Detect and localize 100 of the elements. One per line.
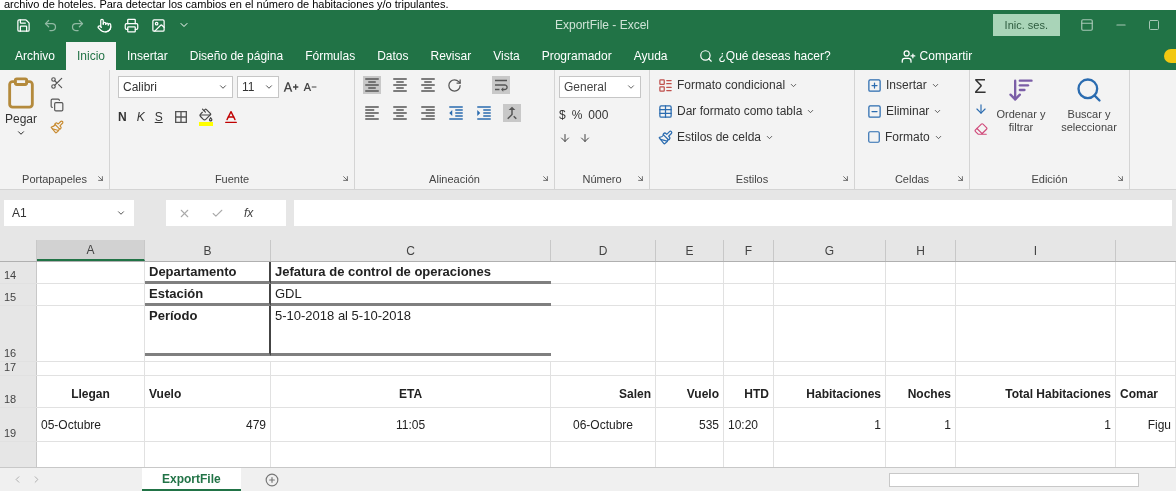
group-label: Edición	[1031, 171, 1068, 187]
ribbon-tab[interactable]: Fórmulas	[294, 42, 367, 70]
caret-icon[interactable]	[626, 82, 636, 92]
styles-menu-button[interactable]: Formato condicional	[658, 76, 816, 94]
percent-button[interactable]: %	[571, 106, 583, 124]
format-painter-icon[interactable]	[50, 120, 64, 134]
fill-icon[interactable]	[974, 102, 988, 116]
ribbon-tab[interactable]: Revisar	[419, 42, 483, 70]
bold-button[interactable]: N	[118, 108, 127, 126]
dialog-launcher-icon[interactable]	[541, 174, 550, 183]
column-header[interactable]: E	[656, 240, 724, 261]
ribbon-tab[interactable]: Ayuda	[622, 42, 679, 70]
caret-icon[interactable]	[218, 82, 228, 92]
dialog-launcher-icon[interactable]	[636, 174, 645, 183]
styles-menu-button[interactable]: Estilos de celda	[658, 128, 816, 146]
clear-icon[interactable]	[974, 122, 988, 136]
align-top-icon[interactable]	[363, 76, 381, 94]
touch-icon[interactable]	[97, 17, 112, 33]
ribbon-tab[interactable]: Inicio	[66, 42, 117, 70]
italic-button[interactable]: K	[136, 108, 145, 126]
column-header[interactable]: C	[271, 240, 551, 261]
sheet-tab[interactable]: ExportFile	[142, 468, 241, 491]
ribbon-tab[interactable]: Insertar	[116, 42, 179, 70]
number-format-dropdown[interactable]: General	[559, 76, 641, 98]
column-heading: Noches	[907, 386, 951, 403]
autosum-button[interactable]: Σ	[974, 76, 988, 96]
borders-icon[interactable]	[172, 109, 189, 125]
align-middle-icon[interactable]	[391, 76, 409, 94]
dialog-launcher-icon[interactable]	[341, 174, 350, 183]
underline-button[interactable]: S	[154, 108, 163, 126]
caret-icon[interactable]	[16, 128, 26, 138]
font-name-dropdown[interactable]: Calibri	[118, 76, 233, 98]
caption-text: archivo de hoteles. Para detectar los cambios en el número de habitaciones y/o tripulantes.	[3, 0, 450, 10]
table-cell-text: Figu	[1147, 416, 1171, 434]
shrink-font-icon[interactable]	[303, 80, 317, 94]
find-select-button[interactable]: Buscar y seleccionar	[1054, 76, 1124, 169]
column-header[interactable]: F	[724, 240, 774, 261]
name-box[interactable]: A1	[4, 200, 134, 226]
dialog-launcher-icon[interactable]	[956, 174, 965, 183]
column-header[interactable]: B	[145, 240, 271, 261]
column-header[interactable]: G	[774, 240, 886, 261]
styles-menu-button[interactable]: Dar formato como tabla	[658, 102, 816, 120]
align-center-icon[interactable]	[391, 104, 409, 122]
column-header[interactable]: D	[551, 240, 656, 261]
cells-menu-button[interactable]: Eliminar	[867, 102, 943, 120]
cells-menu-button[interactable]: Insertar	[867, 76, 943, 94]
row-number[interactable]: 17	[4, 358, 17, 375]
ribbon-tab[interactable]: Archivo	[4, 42, 66, 70]
dialog-launcher-icon[interactable]	[1116, 174, 1125, 183]
dialog-launcher-icon[interactable]	[96, 174, 105, 183]
save-icon[interactable]	[16, 17, 31, 33]
maximize-icon[interactable]	[1148, 19, 1160, 31]
column-heading: Total Habitaciones	[1005, 386, 1111, 403]
sort-filter-button[interactable]: Ordenar y filtrar	[992, 76, 1050, 169]
dialog-launcher-icon[interactable]	[841, 174, 850, 183]
ribbon-tab[interactable]: Diseño de página	[178, 42, 295, 70]
cut-icon[interactable]	[50, 76, 64, 90]
column-header[interactable]: H	[886, 240, 956, 261]
share-button[interactable]: Compartir	[900, 42, 973, 70]
fill-color-icon[interactable]	[198, 108, 213, 126]
paste-button[interactable]: Pegar	[5, 110, 37, 128]
thousands-button[interactable]: 000	[588, 106, 609, 124]
wrap-text-icon[interactable]	[492, 76, 510, 94]
ribbon-tab[interactable]: Vista	[482, 42, 531, 70]
caret-icon[interactable]	[116, 208, 126, 218]
align-left-icon[interactable]	[363, 104, 381, 122]
sign-in-button[interactable]: Inic. ses.	[992, 14, 1060, 36]
merge-icon[interactable]	[503, 104, 521, 122]
caret-icon[interactable]	[264, 82, 274, 92]
row-number[interactable]: 16	[4, 344, 17, 361]
search-icon[interactable]	[698, 49, 713, 63]
picture-icon[interactable]	[151, 17, 166, 33]
increase-indent-icon[interactable]	[475, 104, 493, 122]
field-value: 5-10-2018 al 5-10-2018	[275, 307, 411, 325]
font-color-icon[interactable]	[222, 109, 239, 125]
row-number[interactable]: 18	[4, 390, 17, 407]
add-sheet-icon[interactable]	[264, 472, 279, 487]
row-number[interactable]: 19	[4, 424, 17, 441]
print-icon[interactable]	[124, 17, 139, 33]
column-header[interactable]: A	[37, 240, 145, 261]
window-title: ExportFile - Excel	[555, 17, 650, 34]
insert-function-button[interactable]: fx	[244, 204, 254, 222]
column-header[interactable]: I	[956, 240, 1116, 261]
ribbon-tab[interactable]: Programador	[530, 42, 623, 70]
group-label: Número	[582, 171, 622, 187]
ribbon-tab[interactable]: Datos	[366, 42, 420, 70]
cells-menu-button[interactable]: Formato	[867, 128, 943, 146]
align-bottom-icon[interactable]	[419, 76, 437, 94]
ribbon-display-icon[interactable]	[1080, 18, 1094, 32]
currency-button[interactable]: $	[559, 106, 566, 124]
grow-font-icon[interactable]	[283, 79, 299, 95]
horizontal-scrollbar[interactable]	[888, 472, 1139, 487]
font-size-dropdown[interactable]: 11	[237, 76, 279, 98]
column-heading: Comar	[1120, 386, 1158, 403]
decrease-indent-icon[interactable]	[447, 104, 465, 122]
align-right-icon[interactable]	[419, 104, 437, 122]
formula-input[interactable]	[294, 200, 1172, 226]
copy-icon[interactable]	[50, 98, 64, 112]
tell-me-field[interactable]: ¿Qué deseas hacer?	[718, 47, 831, 65]
orientation-icon[interactable]	[447, 77, 462, 93]
